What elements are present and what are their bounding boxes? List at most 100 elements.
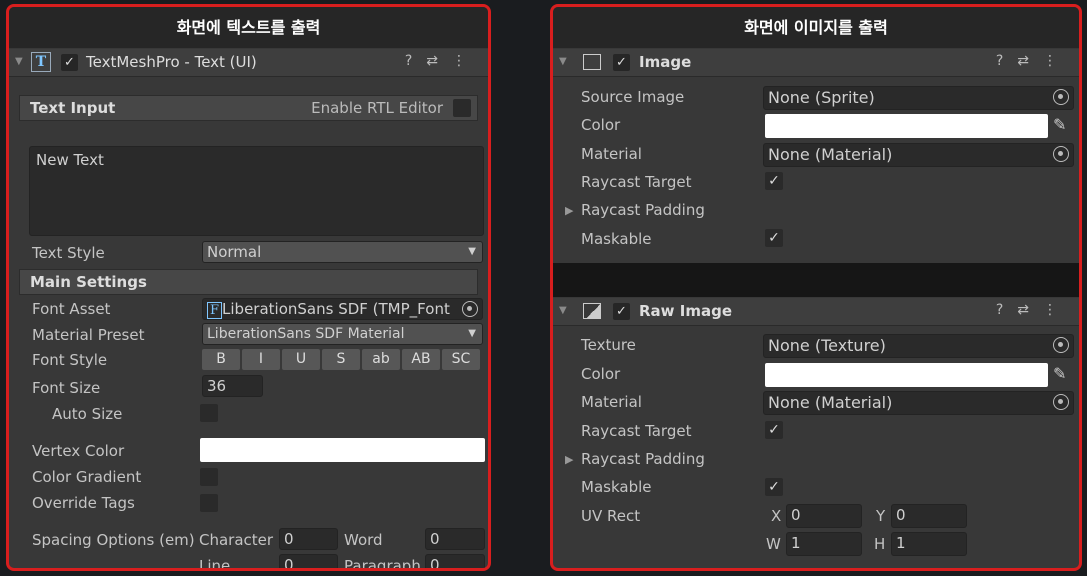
font-size-input[interactable]: 36 (202, 375, 263, 397)
texture-field[interactable]: None (Texture) (763, 334, 1074, 358)
raw-image-component-header[interactable]: ▼ ✓ Raw Image ?⇄⋮ (553, 298, 1079, 326)
raw-material-label: Material (581, 393, 642, 411)
raycast-padding-label[interactable]: Raycast Padding (581, 201, 705, 219)
underline-button[interactable]: U (282, 349, 320, 370)
uppercase-button[interactable]: AB (402, 349, 440, 370)
text-input-area[interactable]: New Text (29, 146, 484, 236)
color-label: Color (581, 116, 621, 134)
raw-raycast-target-checkbox[interactable]: ✓ (765, 421, 783, 439)
raycast-target-label: Raycast Target (581, 173, 692, 191)
color-swatch[interactable] (765, 114, 1048, 138)
font-style-buttons: B I U S ab AB SC (202, 349, 480, 370)
more-options-icon[interactable]: ⋮ (1043, 302, 1071, 318)
expand-arrow-icon[interactable]: ▶ (565, 453, 573, 466)
collapse-arrow-icon[interactable]: ▼ (559, 305, 567, 316)
material-preset-label: Material Preset (32, 326, 145, 344)
character-spacing-input[interactable]: 0 (279, 528, 338, 550)
smallcaps-button[interactable]: SC (442, 349, 480, 370)
material-field[interactable]: None (Material) (763, 143, 1074, 167)
preset-icon[interactable]: ⇄ (1017, 302, 1043, 318)
help-icon[interactable]: ? (996, 53, 1017, 69)
help-icon[interactable]: ? (996, 302, 1017, 318)
font-asset-field[interactable]: F LiberationSans SDF (TMP_Font (202, 298, 483, 320)
auto-size-checkbox[interactable] (200, 404, 218, 422)
override-tags-label: Override Tags (32, 494, 135, 512)
uv-w-input[interactable]: 1 (786, 532, 862, 556)
override-tags-checkbox[interactable] (200, 494, 218, 512)
material-preset-value: LiberationSans SDF Material (207, 326, 405, 342)
text-style-label: Text Style (32, 244, 105, 262)
uv-h-input[interactable]: 1 (891, 532, 967, 556)
text-style-dropdown[interactable]: Normal ▼ (202, 241, 483, 263)
paragraph-spacing-input[interactable]: 0 (425, 554, 485, 568)
font-asset-label: Font Asset (32, 300, 111, 318)
raw-image-enabled-checkbox[interactable]: ✓ (613, 303, 630, 320)
more-options-icon[interactable]: ⋮ (452, 53, 480, 69)
word-spacing-label: Word (344, 531, 383, 549)
preset-icon[interactable]: ⇄ (426, 53, 452, 69)
raycast-target-checkbox[interactable]: ✓ (765, 172, 783, 190)
maskable-checkbox[interactable]: ✓ (765, 229, 783, 247)
color-gradient-checkbox[interactable] (200, 468, 218, 486)
word-spacing-input[interactable]: 0 (425, 528, 485, 550)
image-enabled-checkbox[interactable]: ✓ (613, 54, 630, 71)
raw-color-swatch[interactable] (765, 363, 1048, 387)
object-picker-icon[interactable] (1053, 146, 1069, 162)
source-image-field[interactable]: None (Sprite) (763, 86, 1074, 110)
raw-image-component-icon (583, 303, 601, 319)
eyedropper-icon[interactable]: ✎ (1053, 364, 1066, 383)
eyedropper-icon[interactable]: ✎ (1053, 115, 1066, 134)
collapse-arrow-icon[interactable]: ▼ (15, 56, 23, 67)
image-component-icon (583, 54, 601, 70)
image-component-header[interactable]: ▼ ✓ Image ?⇄⋮ (553, 49, 1079, 77)
source-image-value: None (Sprite) (768, 88, 875, 107)
expand-arrow-icon[interactable]: ▶ (565, 204, 573, 217)
material-preset-dropdown[interactable]: LiberationSans SDF Material ▼ (202, 323, 483, 345)
bold-button[interactable]: B (202, 349, 240, 370)
raw-raycast-target-label: Raycast Target (581, 422, 692, 440)
raw-image-component-name: Raw Image (639, 302, 732, 320)
panel-title: 화면에 텍스트를 출력 (9, 7, 488, 48)
uv-h-label: H (874, 535, 886, 553)
spacing-options-label: Spacing Options (em) (32, 531, 195, 549)
vertex-color-swatch[interactable] (200, 438, 485, 462)
strikethrough-button[interactable]: S (322, 349, 360, 370)
main-settings-section: Main Settings (19, 269, 478, 295)
raw-material-field[interactable]: None (Material) (763, 391, 1074, 415)
image-component-name: Image (639, 53, 692, 71)
help-icon[interactable]: ? (405, 53, 426, 69)
collapse-arrow-icon[interactable]: ▼ (559, 56, 567, 67)
raw-color-label: Color (581, 365, 621, 383)
lowercase-button[interactable]: ab (362, 349, 400, 370)
font-size-label: Font Size (32, 379, 101, 397)
preset-icon[interactable]: ⇄ (1017, 53, 1043, 69)
uv-rect-label: UV Rect (581, 507, 641, 525)
italic-button[interactable]: I (242, 349, 280, 370)
text-component-icon: T (31, 52, 51, 72)
more-options-icon[interactable]: ⋮ (1043, 53, 1071, 69)
component-header[interactable]: ▼ T ✓ TextMeshPro - Text (UI) ?⇄⋮ (9, 49, 488, 77)
object-picker-icon[interactable] (1053, 337, 1069, 353)
font-asset-icon: F (207, 302, 223, 319)
component-name: TextMeshPro - Text (UI) (86, 53, 257, 71)
panel-title: 화면에 이미지를 출력 (553, 7, 1079, 48)
maskable-label: Maskable (581, 230, 652, 248)
line-spacing-input[interactable]: 0 (279, 554, 338, 568)
text-component-panel: 화면에 텍스트를 출력 ▼ T ✓ TextMeshPro - Text (UI… (6, 4, 491, 571)
object-picker-icon[interactable] (1053, 394, 1069, 410)
vertex-color-label: Vertex Color (32, 442, 125, 460)
raw-material-value: None (Material) (768, 393, 893, 412)
rtl-editor-checkbox[interactable] (453, 99, 471, 117)
uv-x-input[interactable]: 0 (786, 504, 862, 528)
object-picker-icon[interactable] (1053, 89, 1069, 105)
image-component-panel: 화면에 이미지를 출력 ▼ ✓ Image ?⇄⋮ Source Image N… (550, 4, 1082, 571)
text-input-label: Text Input (30, 99, 116, 117)
uv-y-input[interactable]: 0 (891, 504, 967, 528)
object-picker-icon[interactable] (462, 301, 478, 317)
component-separator (553, 263, 1079, 297)
component-enabled-checkbox[interactable]: ✓ (61, 54, 78, 71)
dropdown-arrow-icon: ▼ (468, 246, 476, 257)
raw-maskable-checkbox[interactable]: ✓ (765, 478, 783, 496)
texture-value: None (Texture) (768, 336, 886, 355)
raw-raycast-padding-label[interactable]: Raycast Padding (581, 450, 705, 468)
